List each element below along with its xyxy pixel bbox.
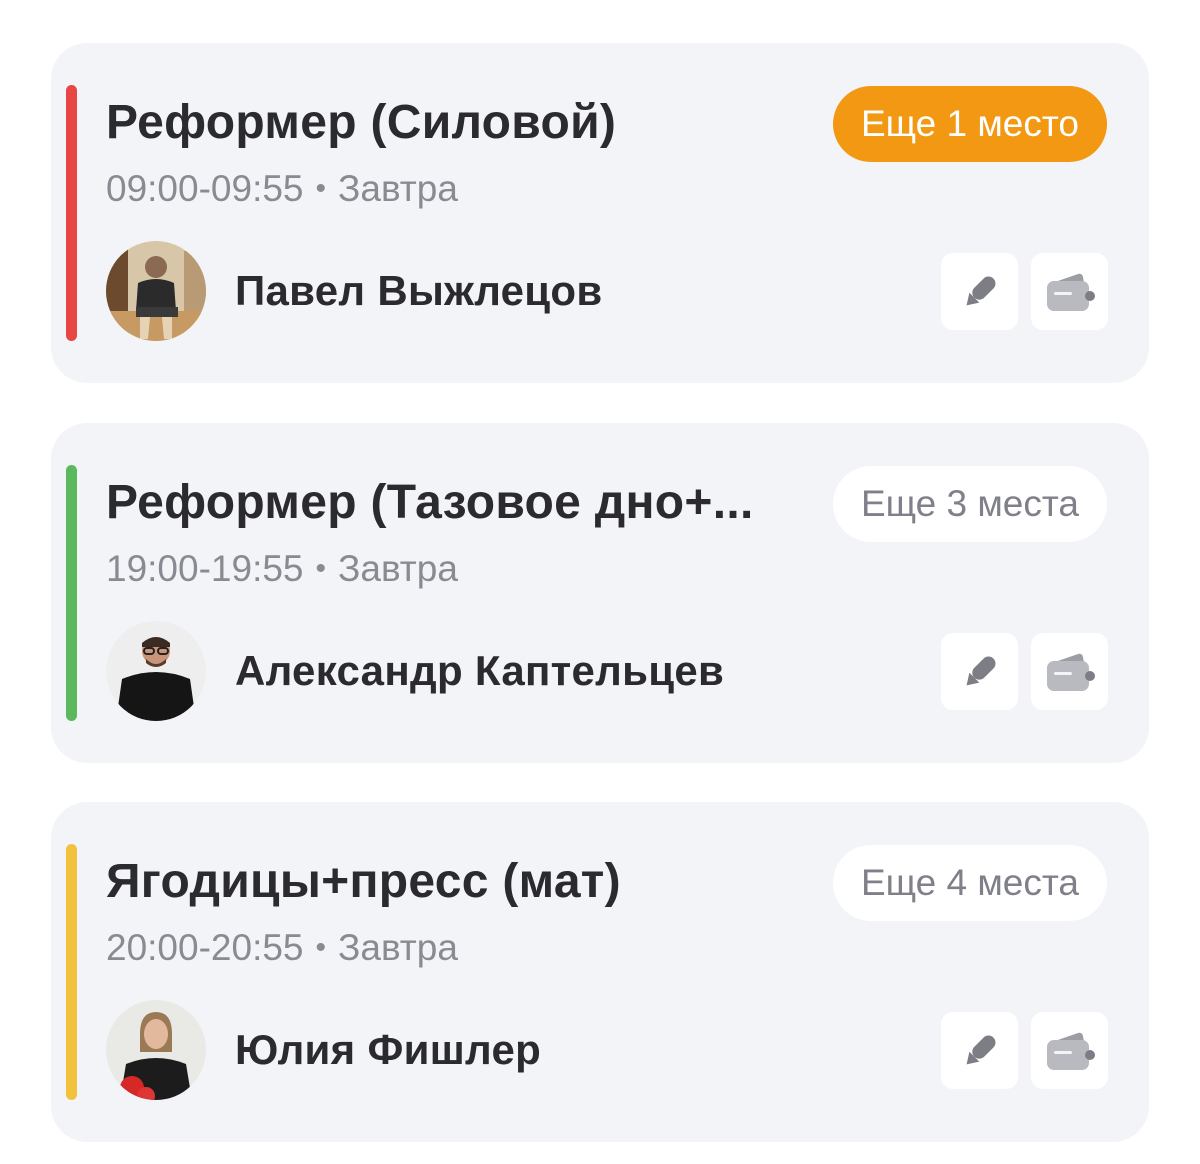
class-title: Реформер (Тазовое дно+... [106,476,754,529]
trainer-avatar [106,621,206,721]
separator-dot: • [315,931,327,964]
edit-button[interactable] [941,633,1018,710]
class-card[interactable]: Ягодицы+пресс (мат) Еще 4 места 20:00-20… [51,802,1149,1142]
wallet-button[interactable] [1031,633,1108,710]
spots-badge: Еще 1 место [832,86,1107,162]
trainer-name: Александр Каптельцев [235,647,725,694]
class-card[interactable]: Реформер (Силовой) Еще 1 место 09:00-09:… [51,43,1149,383]
trainer-avatar [106,1000,206,1100]
class-title: Ягодицы+пресс (мат) [106,855,621,908]
class-schedule: 20:00-20:55 • Завтра [106,926,458,973]
separator-dot: • [315,552,327,585]
pencil-icon [966,656,995,685]
class-time: 19:00-19:55 [106,548,304,589]
class-card[interactable]: Реформер (Тазовое дно+... Еще 3 места 19… [51,423,1149,763]
trainer-name: Юлия Фишлер [235,1026,542,1073]
class-schedule: 19:00-19:55 • Завтра [106,547,458,594]
trainer-avatar [106,241,206,341]
wallet-icon [1046,1032,1095,1070]
wallet-icon [1046,273,1095,311]
wallet-icon [1046,653,1095,691]
wallet-button[interactable] [1031,1012,1108,1089]
class-time: 20:00-20:55 [106,927,304,968]
class-day: Завтра [338,168,458,209]
class-day: Завтра [338,548,458,589]
trainer-name: Павел Выжлецов [235,267,603,314]
pencil-icon [966,1035,995,1064]
class-time: 09:00-09:55 [106,168,304,209]
class-color-bar [66,85,77,341]
class-schedule: 09:00-09:55 • Завтра [106,167,458,214]
separator-dot: • [315,172,327,205]
spots-badge: Еще 4 места [832,845,1107,921]
class-color-bar [66,844,77,1100]
class-color-bar [66,465,77,721]
edit-button[interactable] [941,1012,1018,1089]
edit-button[interactable] [941,253,1018,330]
class-day: Завтра [338,927,458,968]
spots-badge: Еще 3 места [832,466,1107,542]
pencil-icon [966,276,995,305]
class-title: Реформер (Силовой) [106,96,617,149]
wallet-button[interactable] [1031,253,1108,330]
